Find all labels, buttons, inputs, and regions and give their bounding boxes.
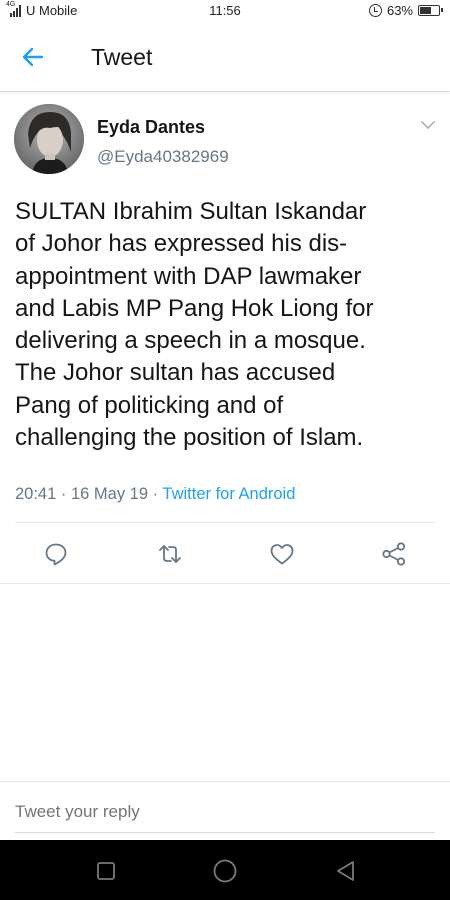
arrow-left-icon xyxy=(22,47,44,67)
tweet-meta: 20:41 · 16 May 19 · Twitter for Android xyxy=(15,485,295,504)
retweet-icon xyxy=(159,545,181,563)
like-button[interactable] xyxy=(268,540,296,568)
tweet-time: 20:41 xyxy=(15,485,57,503)
reply-button[interactable] xyxy=(42,540,70,568)
chevron-down-icon xyxy=(421,121,435,129)
alarm-icon xyxy=(368,4,382,17)
author-handle[interactable]: @Eyda40382969 xyxy=(97,147,229,167)
status-right: 63% xyxy=(368,3,443,18)
header: Tweet xyxy=(0,22,450,92)
tweet-text: SULTAN Ibrahim Sultan Iskandar of Johor … xyxy=(15,198,374,452)
share-button[interactable] xyxy=(380,540,408,568)
more-options-button[interactable] xyxy=(418,115,438,135)
share-icon xyxy=(382,542,406,566)
system-nav-bar xyxy=(0,840,450,900)
system-back-button[interactable] xyxy=(333,858,359,884)
page-title: Tweet xyxy=(91,44,153,70)
recents-button[interactable] xyxy=(93,858,119,884)
home-circle-icon xyxy=(213,859,237,883)
tweet-source-link[interactable]: Twitter for Android xyxy=(162,485,295,503)
reply-underline xyxy=(15,832,435,833)
home-button[interactable] xyxy=(212,858,238,884)
divider xyxy=(0,583,450,584)
battery-percent: 63% xyxy=(386,3,413,18)
reply-bar xyxy=(0,781,450,837)
reply-icon xyxy=(45,543,67,566)
retweet-button[interactable] xyxy=(156,540,184,568)
battery-fill xyxy=(420,7,431,14)
status-bar: 4G U Mobile 11:56 63% xyxy=(0,0,450,22)
avatar-image xyxy=(14,104,84,174)
author-name[interactable]: Eyda Dantes xyxy=(97,117,205,138)
recents-square-icon xyxy=(97,862,115,880)
back-button[interactable] xyxy=(18,42,48,72)
like-icon xyxy=(270,544,294,565)
reply-input[interactable] xyxy=(15,802,315,822)
back-triangle-icon xyxy=(337,861,354,881)
battery-icon xyxy=(418,5,443,16)
meta-separator: · xyxy=(152,485,159,503)
tweet-date: 16 May 19 xyxy=(70,485,149,503)
meta-separator: · xyxy=(60,485,67,503)
divider xyxy=(15,522,435,523)
avatar[interactable] xyxy=(14,104,84,174)
